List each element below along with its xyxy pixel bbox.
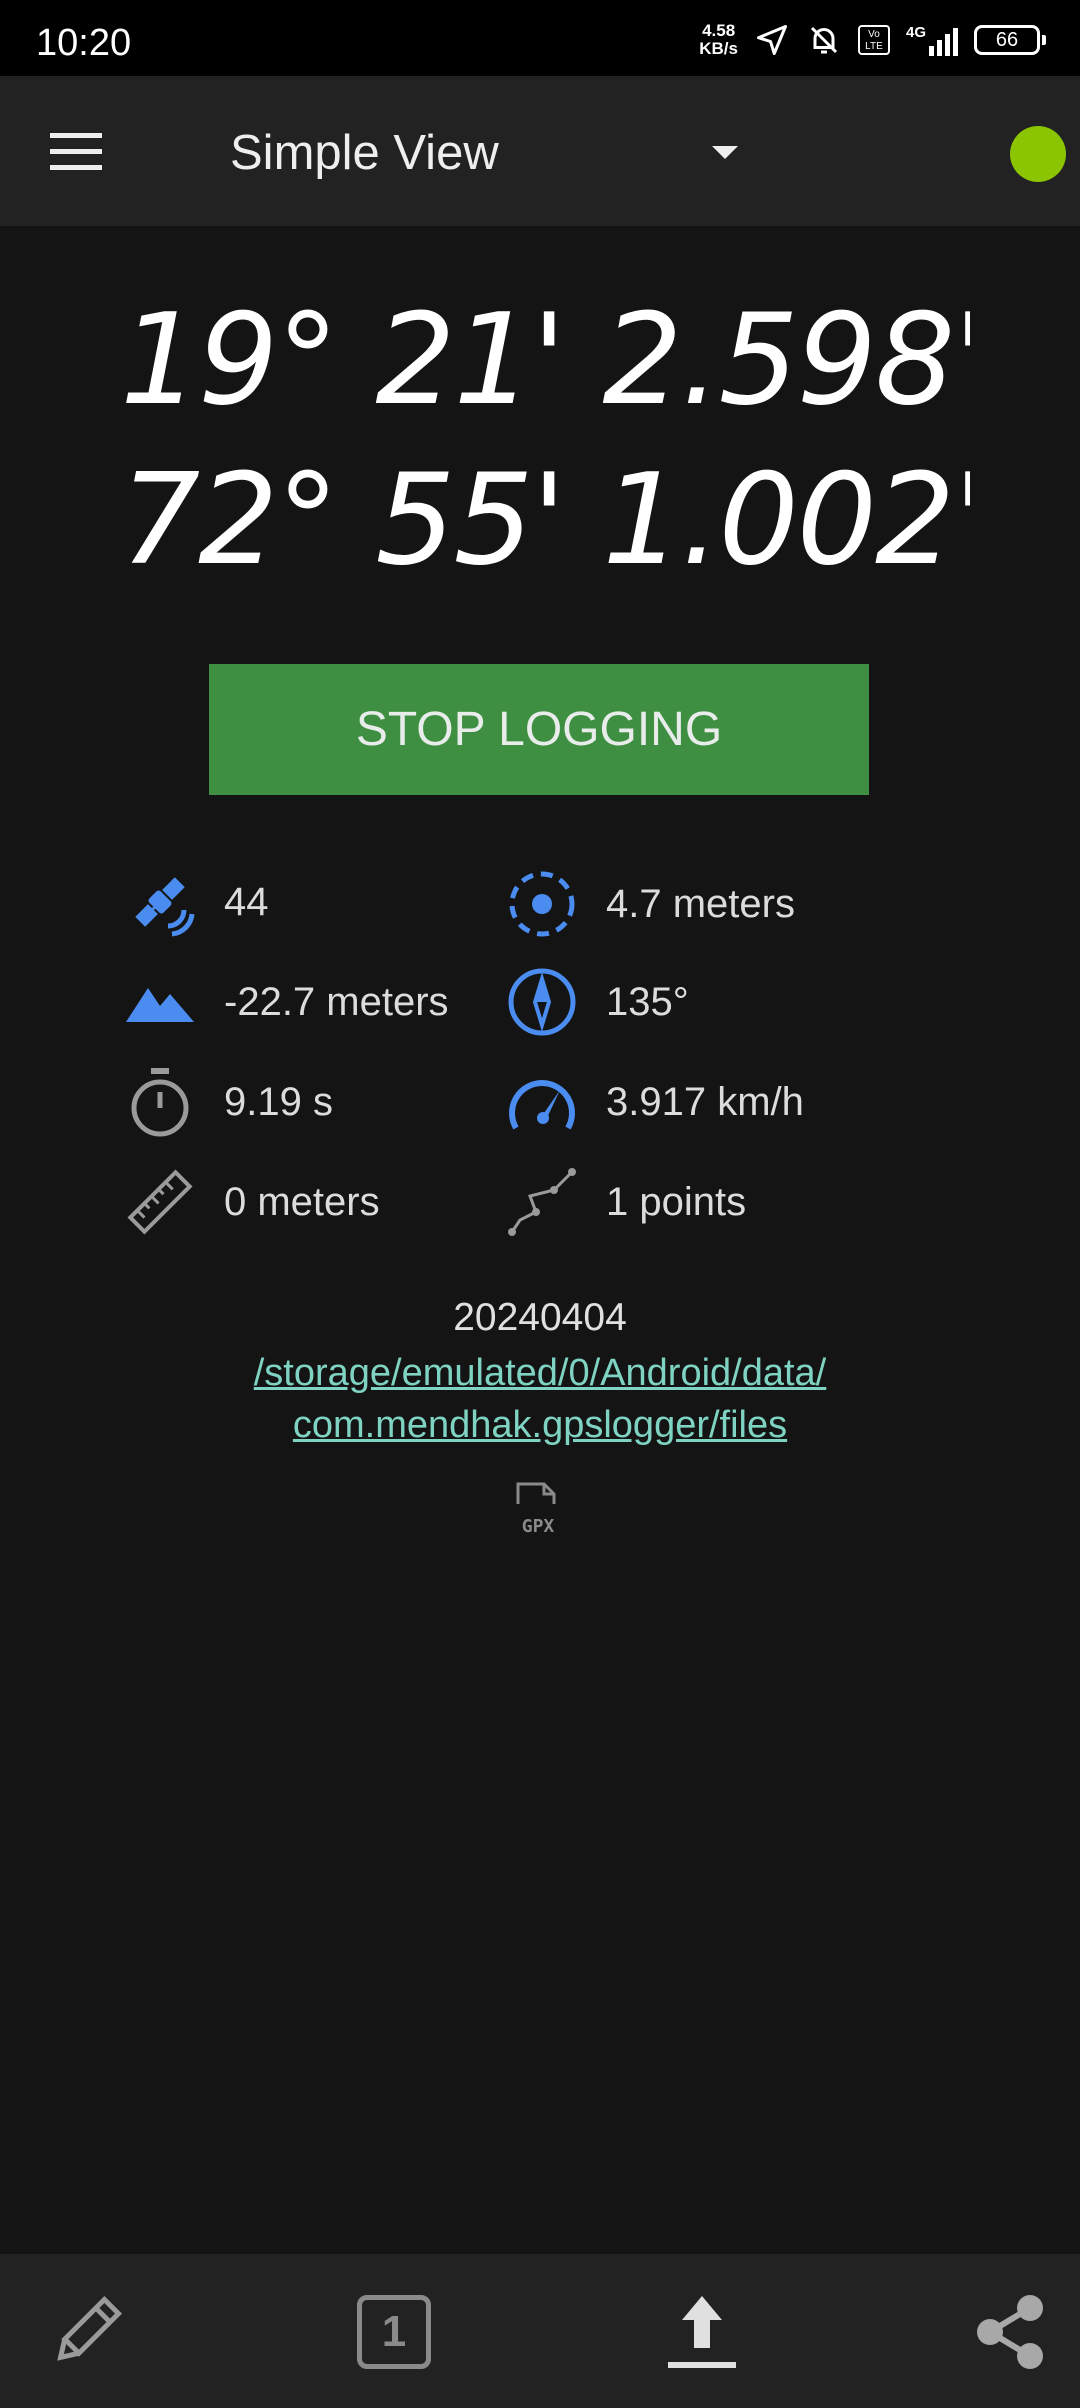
speedometer-icon xyxy=(504,1064,580,1140)
bell-off-icon xyxy=(810,26,838,54)
app-bar: Simple View xyxy=(0,76,1080,226)
mountain-icon xyxy=(122,964,198,1040)
upload-button[interactable] xyxy=(652,2284,752,2380)
ruler-icon xyxy=(122,1164,198,1240)
battery-icon: 66 xyxy=(974,25,1046,55)
signal-icon: 4G xyxy=(906,24,958,56)
compass-icon xyxy=(504,964,580,1040)
speed-value: 3.917 km/h xyxy=(606,1079,804,1124)
accuracy-target-icon xyxy=(504,866,580,942)
file-path-link-line1[interactable]: /storage/emulated/0/Android/data/ xyxy=(0,1352,1080,1395)
dropdown-arrow-icon xyxy=(712,146,738,159)
stat-distance: 0 meters xyxy=(122,1162,380,1242)
location-arrow-icon xyxy=(756,25,787,55)
stat-altitude: -22.7 meters xyxy=(122,962,449,1042)
menu-button[interactable] xyxy=(40,124,112,180)
upload-icon xyxy=(668,2296,736,2368)
latitude-value: 19° 21' 2.598" N xyxy=(120,286,970,433)
stopwatch-icon xyxy=(122,1064,198,1140)
battery-level: 66 xyxy=(995,28,1019,51)
stat-points: 1 points xyxy=(504,1162,746,1242)
points-value: 1 points xyxy=(606,1179,747,1224)
net-speed: 4.58 KB/s xyxy=(699,22,738,58)
accuracy-value: 4.7 meters xyxy=(606,881,795,926)
bottom-action-bar: 1 xyxy=(0,2254,1080,2408)
status-icons: 4.58 KB/s Vo LTE 4G 66 xyxy=(699,18,1046,62)
log-file-name: 20240404 xyxy=(453,1296,627,1339)
one-point-label: 1 xyxy=(381,2307,407,2356)
stat-duration: 9.19 s xyxy=(122,1062,333,1142)
one-point-icon: 1 xyxy=(357,2295,431,2369)
share-icon xyxy=(977,2295,1043,2369)
volte-icon: Vo LTE xyxy=(857,25,890,55)
coordinates-display: 19° 21' 2.598" N 72° 55' 1.002" E xyxy=(120,280,970,600)
altitude-value: -22.7 meters xyxy=(224,979,449,1024)
share-button[interactable] xyxy=(960,2284,1060,2380)
stat-bearing: 135° xyxy=(504,962,689,1042)
net-speed-unit: KB/s xyxy=(699,39,738,58)
bearing-value: 135° xyxy=(606,979,689,1024)
status-time: 10:20 xyxy=(36,22,132,64)
stat-accuracy: 4.7 meters xyxy=(504,864,795,944)
logging-status-indicator xyxy=(1010,126,1066,182)
annotate-button[interactable] xyxy=(36,2284,136,2380)
duration-value: 9.19 s xyxy=(224,1079,333,1124)
view-selector-dropdown[interactable]: Simple View xyxy=(230,118,740,188)
status-bar: 10:20 4.58 KB/s Vo LTE 4G 66 xyxy=(0,0,1080,76)
network-type: 4G xyxy=(905,24,926,41)
gpx-icon-label: GPX xyxy=(522,1516,555,1536)
longitude-value: 72° 55' 1.002" E xyxy=(120,446,970,593)
gpx-file-icon: GPX xyxy=(512,1480,564,1537)
net-speed-value: 4.58 xyxy=(702,21,736,40)
satellites-value: 44 xyxy=(224,879,269,924)
stop-logging-button[interactable]: STOP LOGGING xyxy=(209,664,869,795)
distance-value: 0 meters xyxy=(224,1179,380,1224)
file-path-link-line2[interactable]: com.mendhak.gpslogger/files xyxy=(0,1404,1080,1447)
log-one-point-button[interactable]: 1 xyxy=(344,2284,444,2380)
pencil-icon xyxy=(57,2295,123,2361)
track-points-icon xyxy=(504,1164,580,1240)
satellite-icon xyxy=(122,864,198,940)
view-selector-label: Simple View xyxy=(230,126,499,180)
hamburger-menu-icon xyxy=(50,133,102,170)
stat-satellites: 44 xyxy=(122,862,269,942)
stat-speed: 3.917 km/h xyxy=(504,1062,804,1142)
